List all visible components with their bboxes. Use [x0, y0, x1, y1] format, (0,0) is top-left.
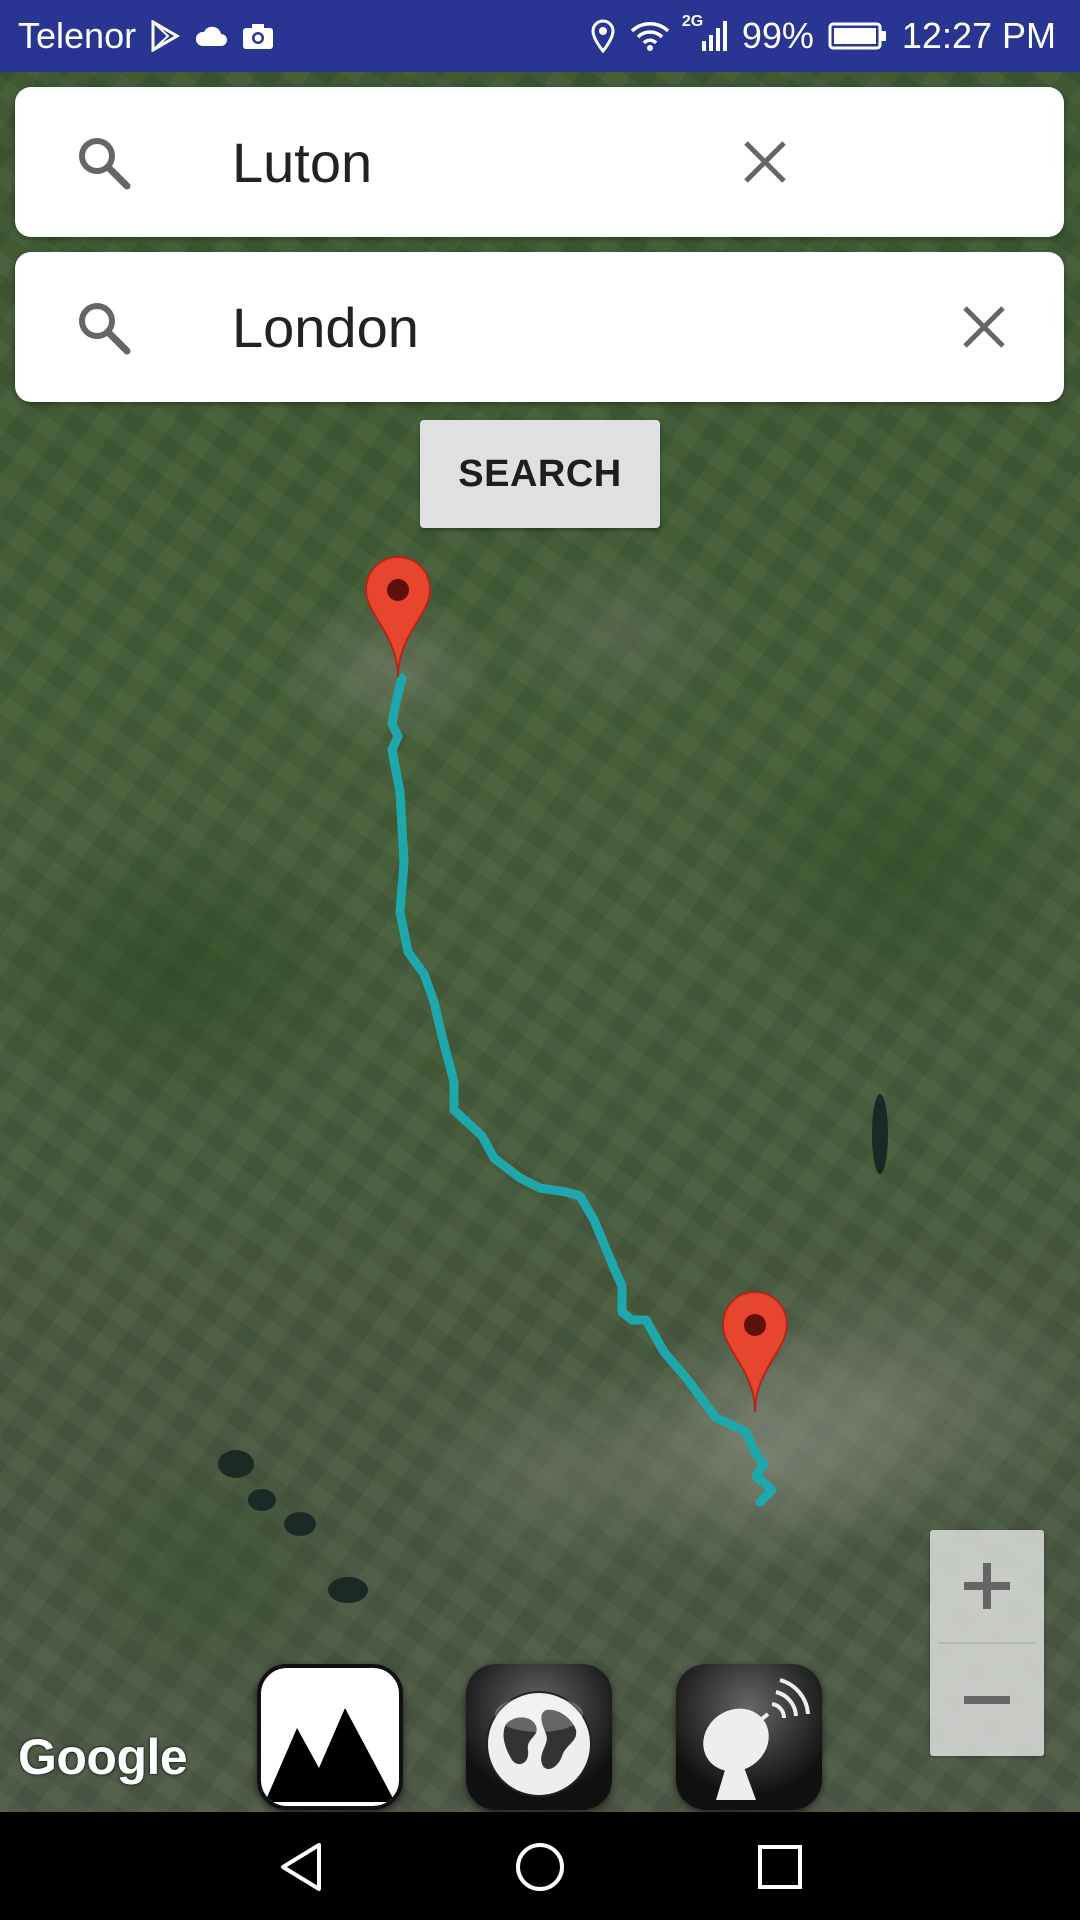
- origin-input[interactable]: Luton: [232, 130, 372, 195]
- destination-search-box[interactable]: London: [15, 252, 1064, 402]
- recents-icon: [758, 1845, 802, 1889]
- origin-marker[interactable]: [363, 555, 433, 679]
- destination-marker[interactable]: [720, 1290, 790, 1414]
- route-line: [387, 673, 777, 1507]
- recents-button[interactable]: [745, 1836, 815, 1898]
- zoom-out-button[interactable]: [930, 1644, 1044, 1756]
- destination-input[interactable]: London: [232, 295, 419, 360]
- search-icon: [79, 303, 131, 355]
- carrier-label: Telenor: [18, 15, 137, 56]
- zoom-in-button[interactable]: [930, 1530, 1044, 1642]
- zoom-controls: [930, 1530, 1044, 1756]
- terrain-mode-button[interactable]: [257, 1664, 403, 1810]
- origin-search-box[interactable]: Luton: [15, 87, 1064, 237]
- satellite-dish-icon: [703, 1678, 810, 1800]
- home-icon: [516, 1843, 564, 1891]
- clear-origin-icon[interactable]: [738, 135, 792, 189]
- navigation-bar: [0, 1812, 1080, 1920]
- network-type-label: 2G: [681, 13, 704, 30]
- back-button[interactable]: [266, 1836, 336, 1898]
- satellite-mode-button[interactable]: [676, 1664, 822, 1810]
- search-button[interactable]: SEARCH: [420, 420, 660, 528]
- wifi-icon: [630, 20, 670, 52]
- globe-mode-button[interactable]: [466, 1664, 612, 1810]
- google-logo: Google: [18, 1729, 188, 1785]
- status-bar: Telenor 2G 99% 12:27 PM: [0, 0, 1080, 72]
- clear-destination-icon[interactable]: [957, 300, 1011, 354]
- clock: 12:27 PM: [901, 15, 1056, 56]
- globe-icon: [486, 1691, 592, 1797]
- minus-icon: [964, 1696, 1010, 1704]
- location-icon: [590, 19, 616, 53]
- home-button[interactable]: [505, 1836, 575, 1898]
- mountain-icon: [265, 1708, 395, 1802]
- search-icon: [79, 138, 131, 190]
- plus-icon: [964, 1563, 1010, 1609]
- play-store-icon: [150, 20, 181, 52]
- battery-icon: [828, 22, 888, 50]
- battery-percent: 99%: [741, 15, 814, 56]
- signal-icon: 2G: [682, 13, 728, 53]
- cloud-icon: [194, 24, 228, 48]
- back-icon: [281, 1843, 321, 1891]
- camera-icon: [242, 22, 274, 50]
